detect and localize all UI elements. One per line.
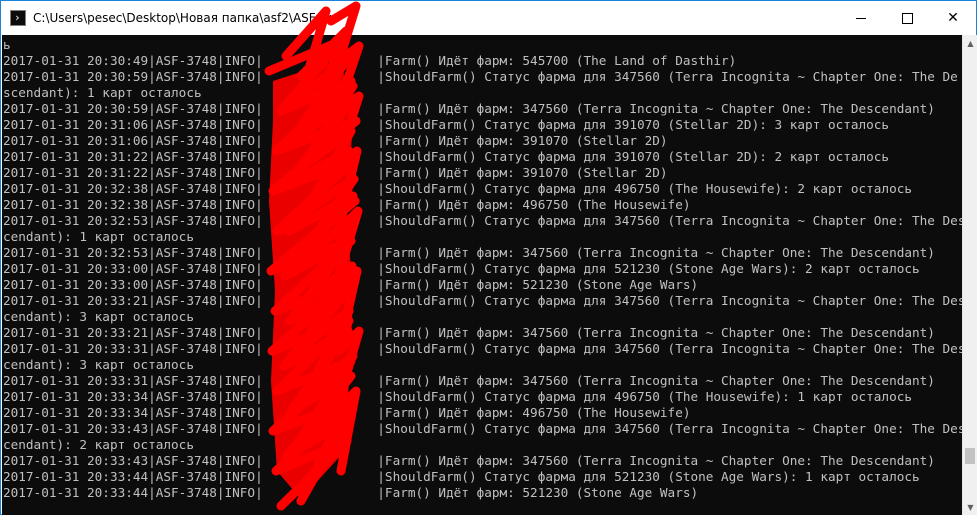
console-output[interactable]: ь 2017-01-31 20:30:49|ASF-3748|INFO| |Far… [2, 35, 962, 515]
console-line: ь [3, 37, 11, 52]
console-line: 2017-01-31 20:33:00|ASF-3748|INFO| |Shou… [3, 261, 920, 276]
console-line: 2017-01-31 20:33:31|ASF-3748|INFO| |Farm… [3, 373, 935, 388]
title-bar[interactable]: › C:\Users\pesec\Desktop\Новая папка\asf… [1, 1, 976, 35]
vertical-scrollbar[interactable]: ▲ ▼ [962, 35, 977, 515]
console-line: 2017-01-31 20:31:06|ASF-3748|INFO| |Farm… [3, 133, 668, 148]
close-icon: ✕ [947, 10, 959, 26]
console-line: 2017-01-31 20:33:21|ASF-3748|INFO| |Shou… [3, 293, 962, 308]
console-line: 2017-01-31 20:32:38|ASF-3748|INFO| |Farm… [3, 197, 691, 212]
console-line: 2017-01-31 20:33:44|ASF-3748|INFO| |Farm… [3, 485, 699, 500]
console-line: 2017-01-31 20:33:43|ASF-3748|INFO| |Farm… [3, 453, 935, 468]
console-line: 2017-01-31 20:31:22|ASF-3748|INFO| |Shou… [3, 149, 890, 164]
console-line: scendant): 1 карт осталось [3, 85, 202, 100]
console-window: › C:\Users\pesec\Desktop\Новая папка\asf… [0, 0, 977, 515]
console-line: 2017-01-31 20:33:34|ASF-3748|INFO| |Shou… [3, 389, 912, 404]
console-app-icon[interactable]: › [10, 10, 26, 26]
console-line: 2017-01-31 20:32:53|ASF-3748|INFO| |Farm… [3, 245, 935, 260]
close-button[interactable]: ✕ [930, 1, 976, 35]
console-line: 2017-01-31 20:33:43|ASF-3748|INFO| |Shou… [3, 421, 962, 436]
maximize-icon [901, 12, 913, 24]
console-line: 2017-01-31 20:32:38|ASF-3748|INFO| |Shou… [3, 181, 912, 196]
minimize-icon [856, 17, 866, 19]
minimize-button[interactable] [838, 1, 884, 35]
console-line: cendant): 1 карт осталось [3, 229, 194, 244]
console-line: cendant): 3 карт осталось [3, 357, 194, 372]
console-line: 2017-01-31 20:30:49|ASF-3748|INFO| |Farm… [3, 53, 737, 68]
console-line: cendant): 3 карт осталось [3, 309, 194, 324]
console-line: 2017-01-31 20:30:59|ASF-3748|INFO| |Farm… [3, 101, 935, 116]
scrollbar-thumb[interactable] [965, 448, 975, 464]
maximize-button[interactable] [884, 1, 930, 35]
scroll-up-icon[interactable]: ▲ [963, 35, 977, 51]
console-line: 2017-01-31 20:30:59|ASF-3748|INFO| |Shou… [3, 69, 958, 84]
scroll-down-icon[interactable]: ▼ [963, 499, 977, 515]
window-title: C:\Users\pesec\Desktop\Новая папка\asf2\… [33, 11, 339, 25]
console-line: 2017-01-31 20:32:53|ASF-3748|INFO| |Shou… [3, 213, 962, 228]
console-line: 2017-01-31 20:33:21|ASF-3748|INFO| |Farm… [3, 325, 935, 340]
console-line: 2017-01-31 20:33:44|ASF-3748|INFO| |Shou… [3, 469, 920, 484]
console-line: 2017-01-31 20:31:22|ASF-3748|INFO| |Farm… [3, 165, 668, 180]
console-line: 2017-01-31 20:33:31|ASF-3748|INFO| |Shou… [3, 341, 962, 356]
console-line: 2017-01-31 20:33:34|ASF-3748|INFO| |Farm… [3, 405, 691, 420]
console-line: 2017-01-31 20:31:06|ASF-3748|INFO| |Shou… [3, 117, 890, 132]
console-line: cendant): 2 карт осталось [3, 437, 194, 452]
console-line: 2017-01-31 20:33:00|ASF-3748|INFO| |Farm… [3, 277, 699, 292]
